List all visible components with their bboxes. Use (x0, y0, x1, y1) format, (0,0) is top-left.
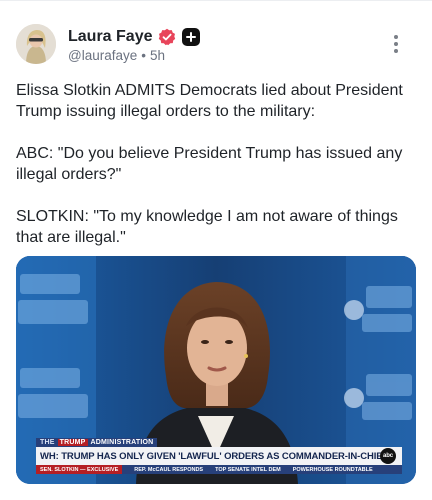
post-paragraph: SLOTKIN: "To my knowledge I am not aware… (16, 208, 398, 246)
chyron-tag: THE TRUMP ADMINISTRATION (36, 438, 158, 447)
chyron-headline: WH: TRUMP HAS ONLY GIVEN 'LAWFUL' ORDERS… (40, 450, 389, 462)
chyron-headline-bar: WH: TRUMP HAS ONLY GIVEN 'LAWFUL' ORDERS… (36, 447, 402, 465)
chyron-ticker: SEN. SLOTKIN — EXCLUSIVE REP. McCAUL RES… (36, 465, 402, 474)
plus-badge-icon (182, 28, 201, 46)
post-video-thumbnail[interactable]: THE TRUMP ADMINISTRATION WH: TRUMP HAS O… (16, 256, 416, 484)
post-time[interactable]: 5h (150, 48, 165, 63)
more-vertical-icon[interactable] (386, 32, 406, 56)
post-paragraph: ABC: "Do you believe President Trump has… (16, 145, 403, 183)
ticker-item: TOP SENATE INTEL DEM (215, 466, 281, 473)
post-text: Elissa Slotkin ADMITS Democrats lied abo… (16, 80, 420, 269)
chyron-tag-highlight: TRUMP (57, 439, 88, 446)
post-header: Laura Faye @laurafaye • 5h (16, 24, 416, 68)
ticker-item: SEN. SLOTKIN — EXCLUSIVE (36, 465, 123, 474)
network-logo: abc (380, 448, 396, 464)
chyron-tag-rest: ADMINISTRATION (90, 439, 154, 446)
avatar[interactable] (16, 24, 56, 64)
author-row: Laura Faye (68, 26, 201, 48)
post-card: Laura Faye @laurafaye • 5h Elissa Slotki… (0, 0, 432, 500)
handle-row: @laurafaye • 5h (68, 48, 165, 63)
ticker-item: POWERHOUSE ROUNDTABLE (292, 466, 373, 473)
divider (0, 0, 432, 1)
author-name[interactable]: Laura Faye (68, 28, 152, 46)
chyron-tag-prefix: THE (40, 439, 55, 446)
verified-badge-icon (158, 28, 176, 46)
post-paragraph: Elissa Slotkin ADMITS Democrats lied abo… (16, 82, 403, 120)
author-handle[interactable]: @laurafaye (68, 48, 137, 63)
ticker-item: REP. McCAUL RESPONDS (134, 466, 204, 473)
separator-dot: • (141, 48, 146, 63)
